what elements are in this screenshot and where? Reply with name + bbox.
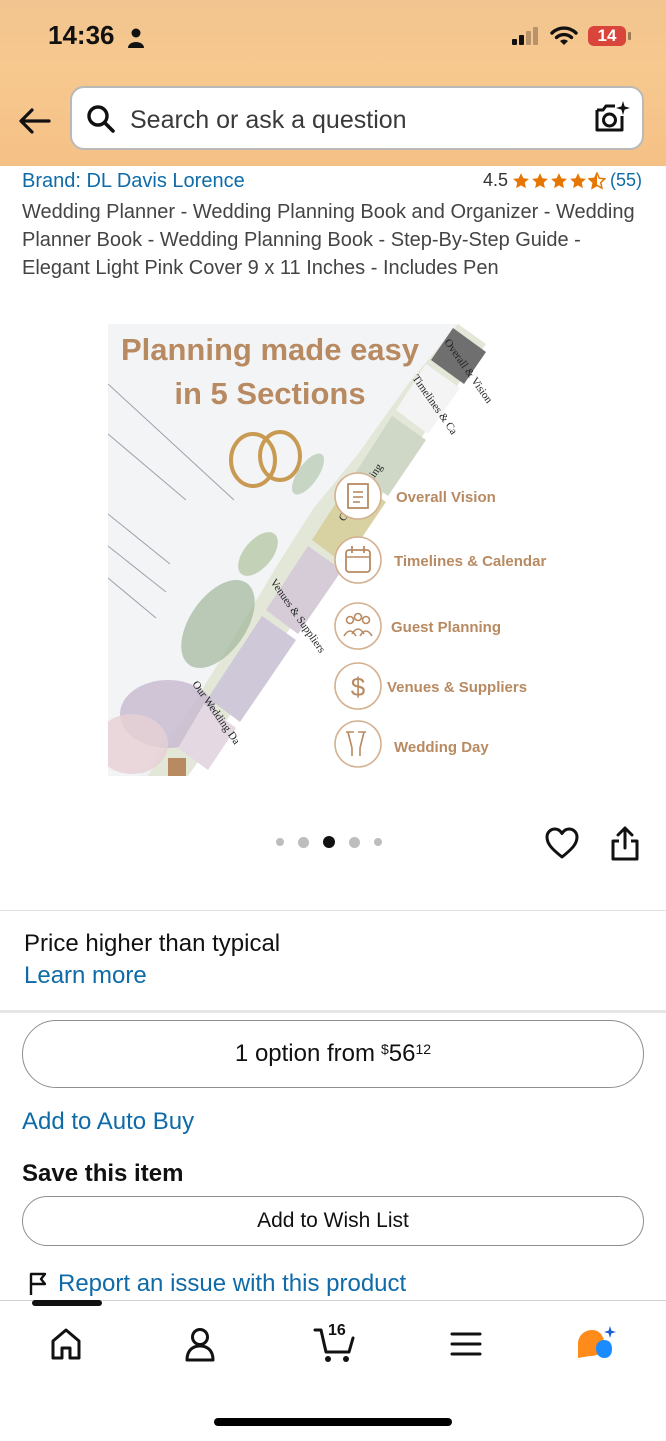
rating-count[interactable]: (55) <box>610 170 642 191</box>
section-label: Venues & Suppliers <box>387 679 527 696</box>
section-label: Wedding Day <box>394 739 489 756</box>
home-icon <box>51 1328 81 1360</box>
camera-search-icon[interactable] <box>592 100 630 136</box>
tab-home[interactable] <box>44 1322 88 1366</box>
price: $ 56 12 <box>381 1040 431 1068</box>
carousel-dot[interactable] <box>276 838 284 846</box>
product-title: Wedding Planner - Wedding Planning Book … <box>22 201 635 279</box>
learn-more-link[interactable]: Learn more <box>24 962 147 990</box>
report-issue-link[interactable]: Report an issue with this product <box>58 1270 406 1298</box>
image-headline: Planning made easy <box>121 332 420 367</box>
status-time: 14:36 <box>48 20 115 50</box>
share-icon[interactable] <box>608 826 642 862</box>
status-indicators: 14 <box>512 26 631 46</box>
price-currency: $ <box>381 1041 389 1057</box>
add-to-wish-list-button[interactable]: Add to Wish List <box>22 1196 644 1246</box>
battery-indicator: 14 <box>588 26 631 46</box>
dollar-icon: $ <box>351 672 366 702</box>
star-icon <box>513 172 529 188</box>
star-rating <box>512 171 606 190</box>
active-tab-indicator <box>32 1300 102 1306</box>
carousel-dot[interactable] <box>298 836 309 848</box>
section-label: Overall Vision <box>396 489 496 506</box>
divider <box>0 1010 666 1013</box>
price-note: Price higher than typical <box>24 930 281 957</box>
option-text: 1 option from <box>234 1040 375 1067</box>
home-indicator <box>214 1418 452 1426</box>
section-label: Timelines & Calendar <box>394 553 546 570</box>
rufus-ai-icon <box>578 1326 616 1358</box>
search-input[interactable] <box>128 102 572 138</box>
carousel-dot-active[interactable] <box>323 836 335 848</box>
product-image[interactable]: Overall & Vision Timelines & Ca Guest Pl… <box>108 324 568 776</box>
price-whole: 56 <box>388 1040 416 1067</box>
brand-link[interactable]: Brand: DL Davis Lorence <box>22 170 245 193</box>
cart-count-badge: 16 <box>328 1322 346 1339</box>
menu-icon <box>450 1332 482 1356</box>
half-star-icon <box>587 171 606 190</box>
tab-rufus[interactable] <box>574 1322 618 1366</box>
search-bar[interactable] <box>70 86 644 150</box>
tab-account[interactable] <box>178 1322 222 1366</box>
report-issue[interactable]: Report an issue with this product <box>28 1270 406 1298</box>
star-icon <box>551 172 567 188</box>
image-headline: in 5 Sections <box>174 376 365 411</box>
back-arrow-icon[interactable] <box>16 102 54 140</box>
rating[interactable]: 4.5 (55) <box>483 170 642 191</box>
divider <box>0 910 666 911</box>
price-fraction: 12 <box>415 1041 432 1057</box>
tab-menu[interactable] <box>444 1322 488 1366</box>
search-icon <box>87 105 115 133</box>
image-carousel-dots[interactable] <box>276 836 382 848</box>
person-icon <box>185 1328 215 1362</box>
add-to-auto-buy-link[interactable]: Add to Auto Buy <box>22 1108 194 1136</box>
star-icon <box>570 172 586 188</box>
buying-options-button[interactable]: 1 option from $ 56 12 <box>22 1020 644 1088</box>
save-item-title: Save this item <box>22 1160 184 1187</box>
carousel-dot[interactable] <box>349 836 360 848</box>
person-icon <box>128 28 144 48</box>
wifi-icon <box>550 26 578 45</box>
signal-icon <box>512 27 538 45</box>
heart-icon[interactable] <box>544 826 580 860</box>
carousel-dot[interactable] <box>374 838 382 846</box>
section-label: Guest Planning <box>391 619 501 636</box>
rating-value: 4.5 <box>482 170 508 190</box>
flag-icon <box>29 1272 47 1295</box>
star-icon <box>532 172 548 188</box>
